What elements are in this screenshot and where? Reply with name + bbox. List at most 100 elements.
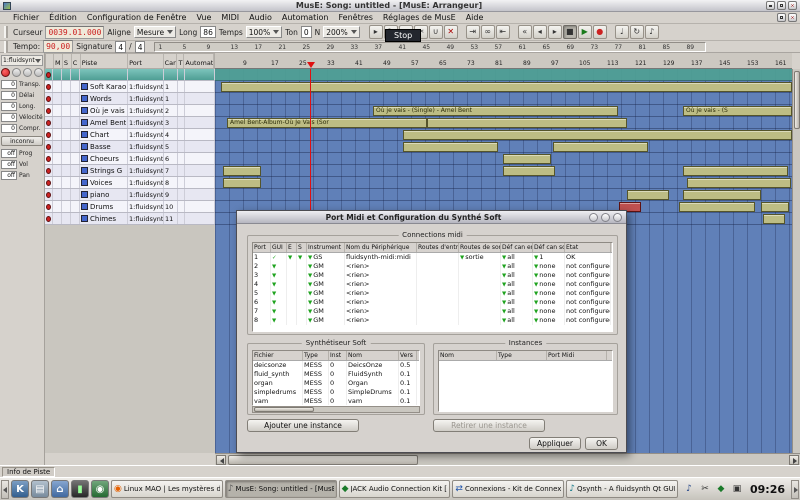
record-indicator[interactable]	[45, 201, 53, 212]
track-row[interactable]	[45, 69, 215, 81]
show-desktop-icon[interactable]: ▤	[31, 480, 49, 498]
track-automation-cell[interactable]	[185, 141, 215, 152]
dialog-maximize-icon[interactable]	[601, 213, 610, 222]
track-name[interactable]: Basse	[80, 141, 128, 152]
track-mute-cell[interactable]	[53, 81, 62, 92]
panel-hide-left-icon[interactable]	[1, 480, 9, 499]
track-name[interactable]: Words	[80, 93, 128, 104]
track-row[interactable]: Choeurs1:fluidsynt6	[45, 153, 215, 165]
table-row[interactable]: fluid_synthMESS0FluidSynth0.1	[253, 370, 419, 379]
browser-icon[interactable]: ◉	[91, 480, 109, 498]
track-name[interactable]: piano	[80, 189, 128, 200]
klipper-tray-icon[interactable]: ✂	[698, 482, 712, 496]
track-solo-cell[interactable]	[62, 189, 71, 200]
record-indicator[interactable]	[45, 153, 53, 164]
length-spinbox[interactable]: 86	[200, 26, 216, 38]
dialog-minimize-icon[interactable]	[589, 213, 598, 222]
spin-value[interactable]: 0	[1, 113, 17, 122]
track-row[interactable]: Amel Bent - Albun1:fluidsynt3	[45, 117, 215, 129]
track-solo-cell[interactable]	[62, 213, 71, 224]
glue-tool[interactable]: ∪	[429, 25, 443, 39]
metronome-button[interactable]: ♩	[615, 25, 629, 39]
track-mute-cell[interactable]	[53, 105, 62, 116]
scrollbar-thumb[interactable]	[794, 71, 800, 129]
track-solo-cell[interactable]	[62, 93, 71, 104]
record-button[interactable]: ●	[593, 25, 607, 39]
part[interactable]: Où je vais - (Single) - Amel Bent	[373, 106, 618, 116]
track-name[interactable]: Où je vais - (Singl	[80, 105, 128, 116]
part[interactable]	[627, 190, 669, 200]
track-channel[interactable]: 10	[164, 201, 178, 212]
track-name[interactable]: Voices	[80, 177, 128, 188]
part[interactable]	[761, 202, 789, 212]
synth-table-scrollbar[interactable]	[252, 406, 420, 413]
stop-button[interactable]: ■	[563, 25, 577, 39]
table-row[interactable]: 1✓▼▼▼GSfluidsynth-midi:midi▼sortie▼all▼1…	[253, 253, 612, 262]
track-channel[interactable]: 6	[164, 153, 178, 164]
column-fichier[interactable]: Fichier	[253, 351, 303, 360]
tracklist-column-automation[interactable]: Automation	[184, 54, 214, 68]
play-button[interactable]: ▶	[578, 25, 592, 39]
menu-edition[interactable]: Édition	[44, 12, 82, 23]
scroll-left-icon[interactable]	[216, 455, 226, 465]
track-mute-cell[interactable]	[53, 177, 62, 188]
track-channel[interactable]: 3	[164, 117, 178, 128]
table-row[interactable]: vamMESS0vam0.1	[253, 397, 419, 406]
track-class-cell[interactable]	[71, 129, 80, 140]
record-indicator[interactable]	[45, 141, 53, 152]
playhead-marker-icon[interactable]	[307, 62, 315, 68]
taskbar-task-muse[interactable]: ♪MusE: Song: untitled - [MusE: A...	[225, 480, 337, 498]
taskbar-task-qsynth[interactable]: ♪Qsynth - A fluidsynth Qt GUI Int...	[566, 480, 678, 498]
toolbar-handle[interactable]	[4, 41, 8, 53]
track-port[interactable]: 1:fluidsynt	[128, 105, 164, 116]
taskbar-task-firefox[interactable]: ◉Linux MAO | Les mystères de M...	[111, 480, 223, 498]
record-indicator[interactable]	[45, 177, 53, 188]
track-mute-cell[interactable]	[53, 93, 62, 104]
track-class-cell[interactable]	[71, 69, 80, 80]
track-channel[interactable]: 8	[164, 177, 178, 188]
track-row[interactable]: Words1:fluidsynt1	[45, 93, 215, 105]
monitor-icon[interactable]	[34, 68, 43, 77]
pitch-spinbox[interactable]: 0	[301, 26, 312, 38]
track-mute-cell[interactable]	[53, 213, 62, 224]
signature-numerator[interactable]: 4	[115, 41, 126, 53]
forward-button[interactable]: ▸	[548, 25, 562, 39]
punch-out-button[interactable]: ⇤	[496, 25, 510, 39]
table-row[interactable]: deicsonzeMESS0DeicsOnze0.5	[253, 361, 419, 370]
column-etat[interactable]: Etat	[565, 243, 611, 252]
track-name[interactable]: Amel Bent - Albun	[80, 117, 128, 128]
track-port[interactable]: 1:fluidsynt	[128, 117, 164, 128]
track-row[interactable]: Chimes1:fluidsynt11	[45, 213, 215, 225]
record-indicator[interactable]	[45, 129, 53, 140]
scrollbar-thumb[interactable]	[228, 455, 418, 465]
track-name[interactable]: Drums	[80, 201, 128, 212]
track-name[interactable]: Chimes	[80, 213, 128, 224]
track-channel[interactable]: 11	[164, 213, 178, 224]
table-row[interactable]: 5▼▼GM<rien>▼all▼nonenot configured	[253, 289, 612, 298]
tracklist-column-s[interactable]: S	[63, 54, 72, 68]
signature-denominator[interactable]: 4	[135, 41, 146, 53]
k-menu-icon[interactable]: K	[11, 480, 29, 498]
track-solo-cell[interactable]	[62, 177, 71, 188]
menu-midi[interactable]: MIDI	[216, 12, 244, 23]
column-routes-de-sortie[interactable]: Routes de sortie	[459, 243, 501, 252]
track-name[interactable]	[80, 69, 128, 80]
track-class-cell[interactable]	[71, 177, 80, 188]
track-solo-cell[interactable]	[62, 117, 71, 128]
volume-tray-icon[interactable]: ♪	[682, 482, 696, 496]
column-nom[interactable]: Nom	[439, 351, 497, 360]
punch-in-button[interactable]: ⇥	[466, 25, 480, 39]
position-ruler[interactable]: 1591317212529333741454953576165697377818…	[154, 42, 706, 52]
spin-value[interactable]: 0	[1, 91, 17, 100]
track-automation-cell[interactable]	[185, 129, 215, 140]
track-port[interactable]: 1:fluidsynt	[128, 153, 164, 164]
part[interactable]	[683, 190, 761, 200]
part[interactable]: Où je vais - (S	[683, 106, 792, 116]
track-automation-cell[interactable]	[185, 153, 215, 164]
loop-button[interactable]: ∞	[481, 25, 495, 39]
track-automation-cell[interactable]	[185, 117, 215, 128]
mdi-close-icon[interactable]	[788, 13, 797, 22]
track-port[interactable]: 1:fluidsynt	[128, 213, 164, 224]
part[interactable]	[403, 130, 792, 140]
zoom-combo[interactable]: 200%	[323, 26, 359, 38]
